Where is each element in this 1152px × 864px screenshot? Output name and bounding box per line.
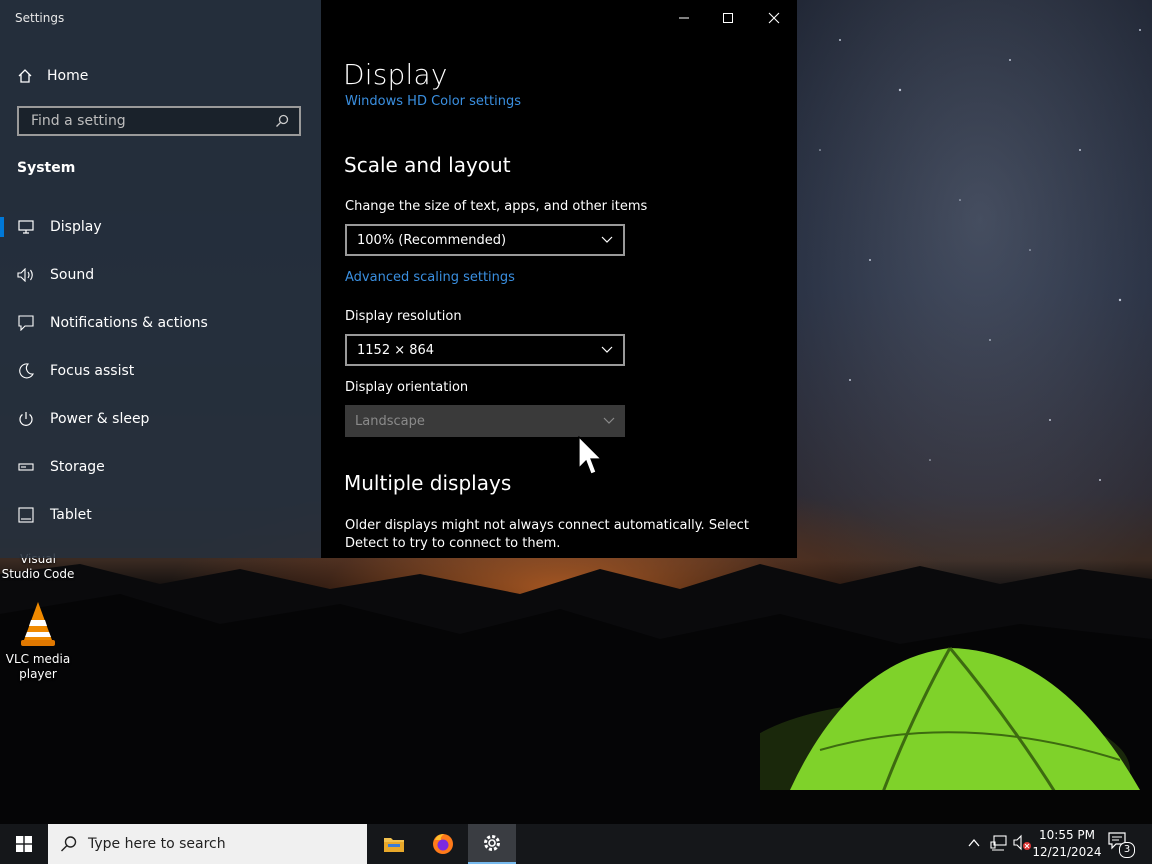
nav-home[interactable]: Home (17, 66, 88, 86)
nav-item-display[interactable]: Display (0, 207, 321, 247)
advanced-scaling-link[interactable]: Advanced scaling settings (345, 270, 515, 285)
desktop-icon-vlc[interactable]: VLC media player (0, 600, 76, 682)
nav-item-sound[interactable]: Sound (0, 255, 321, 295)
notification-count-badge: 3 (1119, 842, 1135, 858)
page-title: Display (343, 58, 448, 91)
nav-item-label: Notifications & actions (50, 315, 208, 331)
windows-logo-icon (16, 836, 32, 852)
maximize-button[interactable] (705, 5, 751, 31)
settings-nav-pane: Settings Home System Display Sound Notif (0, 0, 321, 558)
nav-item-label: Sound (50, 267, 95, 283)
clock-date: 12/21/2024 (1032, 845, 1102, 859)
gear-icon (484, 835, 500, 851)
home-icon (18, 69, 32, 83)
scale-label: Change the size of text, apps, and other… (345, 199, 648, 214)
search-icon (61, 836, 77, 852)
taskbar-clock[interactable]: 10:55 PM 12/21/2024 (1030, 827, 1104, 861)
chevron-down-icon (601, 346, 613, 353)
taskbar-search-box[interactable]: Type here to search (48, 824, 367, 864)
resolution-dropdown[interactable]: 1152 × 864 (345, 334, 625, 366)
taskbar-file-explorer[interactable] (370, 824, 418, 864)
scale-layout-heading: Scale and layout (344, 153, 511, 177)
chevron-up-icon[interactable] (968, 838, 980, 848)
multiple-displays-description: Older displays might not always connect … (345, 518, 749, 551)
minimize-icon (679, 17, 689, 19)
nav-item-power-sleep[interactable]: Power & sleep (0, 399, 321, 439)
nav-section-system: System (17, 160, 76, 176)
settings-content-pane: Display Windows HD Color settings Scale … (321, 0, 797, 558)
action-center-button[interactable]: 3 (1108, 832, 1135, 858)
chevron-down-icon (603, 417, 615, 424)
power-icon (19, 412, 33, 426)
multiple-displays-heading: Multiple displays (344, 471, 512, 495)
firefox-icon (433, 834, 453, 854)
orientation-dropdown[interactable]: Landscape (345, 405, 625, 437)
folder-icon (384, 838, 404, 852)
network-icon[interactable] (990, 834, 1008, 852)
tablet-icon (18, 507, 34, 523)
resolution-dropdown-value: 1152 × 864 (357, 342, 435, 358)
notification-icon (18, 315, 34, 331)
nav-item-label: Display (50, 219, 102, 235)
settings-search-input[interactable] (29, 112, 263, 130)
maximize-icon (723, 13, 733, 23)
resolution-label: Display resolution (345, 309, 462, 324)
storage-icon (18, 463, 34, 471)
monitor-icon (18, 220, 34, 234)
taskbar: Type here to search 10:55 PM 12/21/2024 (0, 824, 1152, 864)
nav-item-notifications[interactable]: Notifications & actions (0, 303, 321, 343)
close-icon (768, 12, 780, 24)
settings-window: Settings Home System Display Sound Notif (0, 0, 797, 558)
nav-item-focus-assist[interactable]: Focus assist (0, 351, 321, 391)
nav-item-label: Focus assist (50, 363, 135, 379)
green-tent (760, 647, 1152, 824)
speaker-icon (17, 268, 33, 282)
nav-home-label: Home (47, 68, 89, 84)
orientation-dropdown-value: Landscape (355, 413, 425, 429)
desktop-icon-label: VLC media player (5, 652, 71, 681)
mouse-cursor-icon (578, 436, 603, 475)
taskbar-search-placeholder: Type here to search (88, 836, 226, 852)
clock-time: 10:55 PM (1039, 828, 1095, 842)
window-title: Settings (15, 11, 65, 25)
hd-color-settings-link[interactable]: Windows HD Color settings (345, 94, 521, 109)
nav-item-storage[interactable]: Storage (0, 447, 321, 487)
scale-dropdown-value: 100% (Recommended) (357, 232, 507, 248)
orientation-label: Display orientation (345, 380, 469, 395)
nav-item-label: Tablet (50, 507, 92, 523)
minimize-button[interactable] (661, 5, 707, 31)
search-icon (276, 114, 289, 127)
nav-item-label: Power & sleep (50, 411, 150, 427)
taskbar-settings[interactable] (468, 824, 516, 864)
start-button[interactable] (0, 824, 48, 864)
scale-dropdown[interactable]: 100% (Recommended) (345, 224, 625, 256)
vlc-cone-icon (21, 602, 55, 646)
close-button[interactable] (751, 5, 797, 31)
chevron-down-icon (601, 236, 613, 243)
nav-item-tablet[interactable]: Tablet (0, 495, 321, 535)
nav-item-label: Storage (50, 459, 105, 475)
moon-icon (19, 363, 34, 379)
taskbar-firefox[interactable] (419, 824, 467, 864)
settings-search-box[interactable] (17, 106, 301, 136)
